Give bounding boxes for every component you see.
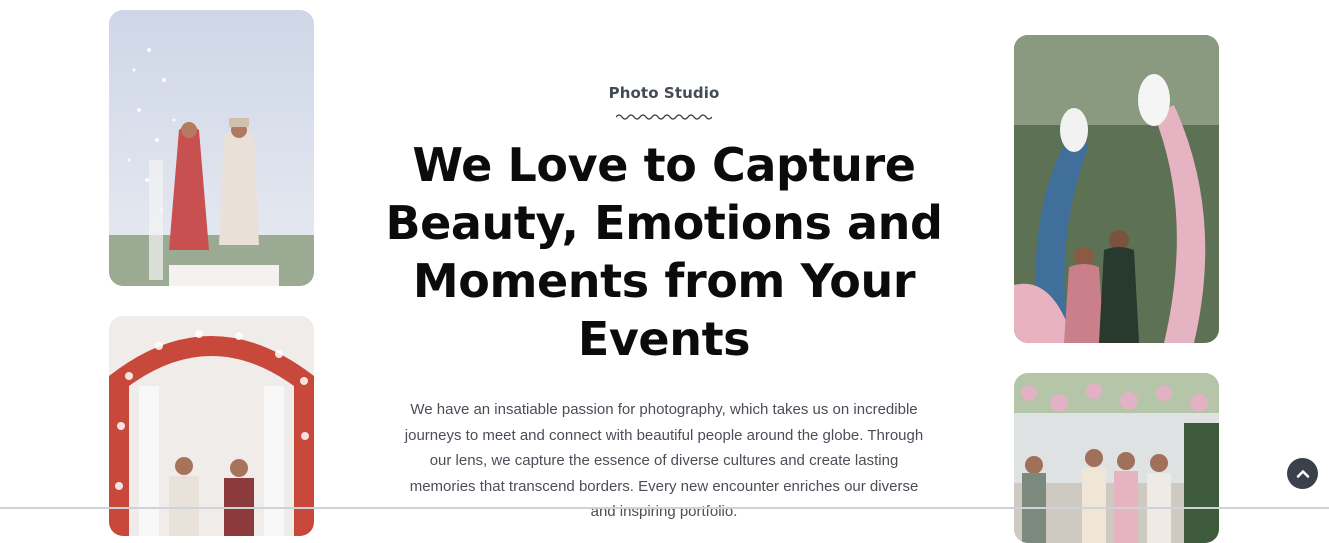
photo-wedding-ceremony [1014, 373, 1219, 543]
photo-couple-peacock-arch [1014, 35, 1219, 343]
photo-couple-fireworks [109, 10, 314, 286]
chevron-up-icon [1296, 469, 1309, 478]
photo-couple-floral-arch [109, 316, 314, 536]
hero-description: We have an insatiable passion for photog… [404, 401, 924, 520]
wave-divider [616, 114, 712, 120]
scroll-to-top-button[interactable] [1287, 458, 1318, 489]
section-eyebrow: Photo Studio [608, 84, 720, 102]
hero-headline: We Love to Capture Beauty, Emotions and … [385, 138, 943, 366]
